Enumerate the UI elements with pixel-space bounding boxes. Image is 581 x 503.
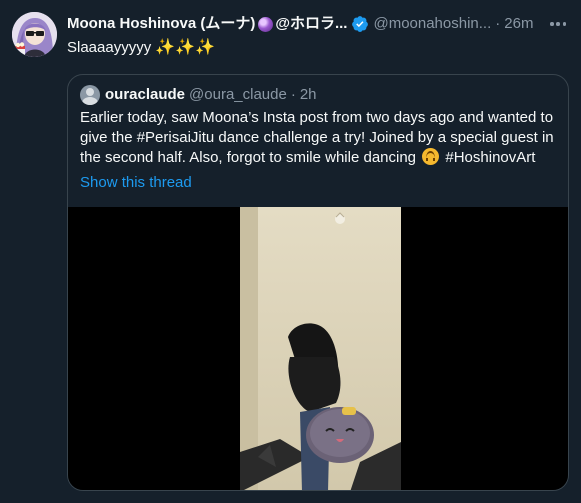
show-thread-link[interactable]: Show this thread (80, 173, 192, 193)
quote-separator-dot: · (290, 86, 296, 103)
separator-dot: · (495, 15, 501, 32)
quoted-tweet[interactable]: ouraclaude @oura_claude · 2h Earlier tod… (67, 74, 569, 491)
video-thumbnail-image (240, 207, 401, 490)
tweet[interactable]: Moona Hoshinova (ムーナ) @ホロラ... @moonahosh… (0, 0, 581, 503)
verified-badge-icon (352, 16, 369, 32)
tweet-text: Slaaaayyyyy ✨✨✨ (67, 38, 215, 58)
quote-header: ouraclaude @oura_claude · 2h (80, 85, 317, 105)
quote-media[interactable] (68, 207, 568, 490)
avatar[interactable] (12, 12, 57, 57)
display-name-suffix[interactable]: @ホロラ... (275, 14, 347, 34)
sparkles-emoji-icon: ✨✨✨ (155, 39, 216, 56)
more-options-icon[interactable] (548, 16, 568, 32)
quote-handle[interactable]: @oura_claude (189, 85, 287, 105)
video-thumbnail[interactable] (240, 207, 401, 490)
quote-hashtag: #HoshinovArt (441, 149, 536, 166)
upside-down-face-emoji-icon (422, 148, 440, 165)
tweet-header: Moona Hoshinova (ムーナ) @ホロラ... @moonahosh… (67, 14, 541, 34)
avatar-image (12, 12, 57, 57)
quote-text: Earlier today, saw Moona’s Insta post fr… (80, 108, 562, 168)
tweet-text-body: Slaaaayyyyy (67, 39, 152, 56)
handle[interactable]: @moonahoshin... (373, 14, 491, 34)
default-avatar-icon[interactable] (80, 85, 100, 105)
quote-display-name[interactable]: ouraclaude (105, 85, 185, 105)
purple-orb-emoji-icon (258, 16, 274, 32)
quote-timestamp[interactable]: 2h (300, 85, 317, 105)
timestamp[interactable]: 26m (504, 14, 533, 34)
display-name[interactable]: Moona Hoshinova (ムーナ) (67, 14, 255, 34)
